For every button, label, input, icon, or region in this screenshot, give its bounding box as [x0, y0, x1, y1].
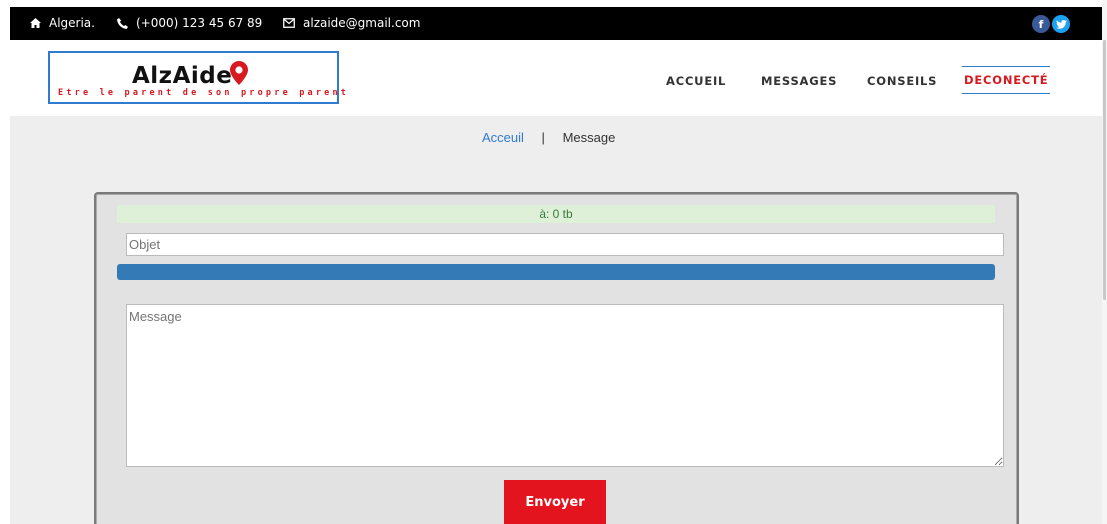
- page-scrollbar-thumb[interactable]: [1103, 40, 1106, 300]
- nav-accueil[interactable]: ACCUEIL: [666, 74, 726, 88]
- home-icon: [30, 18, 41, 28]
- nav-conseils[interactable]: CONSEILS: [867, 74, 937, 88]
- phone-icon: [117, 17, 128, 29]
- message-form-panel: à: 0 tb Envoyer: [94, 192, 1019, 524]
- facebook-icon[interactable]: f: [1032, 15, 1050, 33]
- email-item[interactable]: alzaide@gmail.com: [283, 16, 420, 30]
- top-contact-bar: Algeria. (+000) 123 45 67 89 alzaide@gma…: [10, 7, 1102, 40]
- email-text: alzaide@gmail.com: [303, 16, 421, 30]
- logo-tagline: Etre le parent de son propre parent: [58, 88, 350, 98]
- subject-input[interactable]: [126, 233, 1004, 256]
- breadcrumb-separator: |: [541, 130, 545, 145]
- phone-item[interactable]: (+000) 123 45 67 89: [117, 16, 262, 30]
- location-item: Algeria.: [30, 16, 95, 30]
- logo-name: AlzAide: [132, 63, 233, 89]
- logo[interactable]: AlzAide Etre le parent de son propre par…: [48, 51, 346, 104]
- progress-bar: [117, 264, 995, 280]
- map-pin-icon: [230, 61, 248, 90]
- nav-messages[interactable]: MESSAGES: [761, 74, 837, 88]
- location-text: Algeria.: [49, 16, 95, 30]
- site-header: AlzAide Etre le parent de son propre par…: [10, 40, 1102, 116]
- twitter-icon[interactable]: [1052, 15, 1070, 33]
- facebook-glyph: f: [1038, 17, 1044, 31]
- send-button[interactable]: Envoyer: [504, 480, 606, 524]
- message-textarea[interactable]: [126, 304, 1004, 467]
- recipient-text: à: 0 tb: [539, 207, 573, 221]
- breadcrumb: Acceuil | Message: [482, 130, 615, 145]
- breadcrumb-current: Message: [562, 130, 616, 145]
- nav-deconnecte[interactable]: DECONECTÉ: [962, 66, 1051, 94]
- recipient-alert: à: 0 tb: [117, 205, 995, 223]
- main-content: Acceuil | Message à: 0 tb Envoyer: [10, 116, 1102, 524]
- phone-text: (+000) 123 45 67 89: [136, 16, 263, 30]
- mail-icon: [283, 18, 295, 28]
- breadcrumb-home-link[interactable]: Acceuil: [482, 130, 524, 145]
